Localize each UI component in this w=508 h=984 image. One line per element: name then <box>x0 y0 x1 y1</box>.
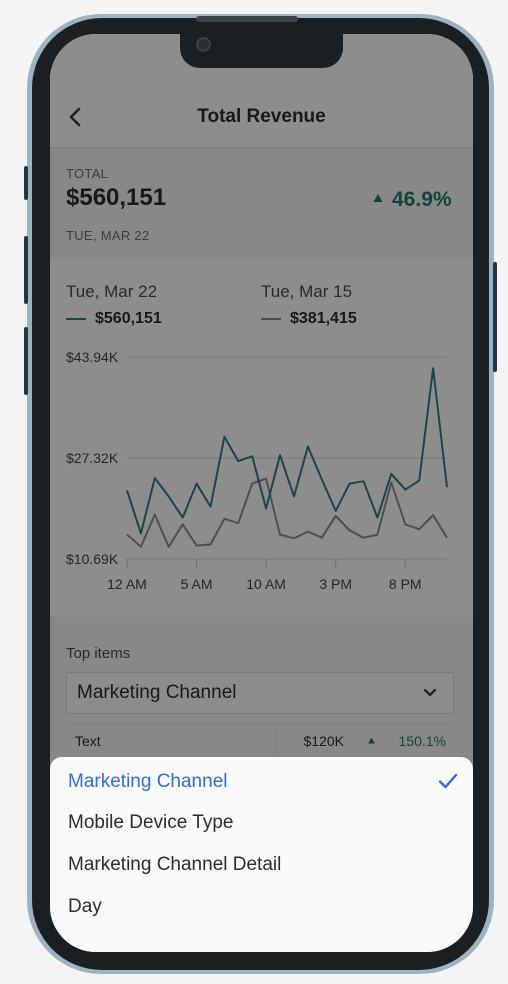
camera-icon <box>196 37 211 52</box>
speaker-grille <box>196 16 298 22</box>
mute-switch <box>24 166 28 200</box>
option-label: Day <box>68 896 102 917</box>
volume-up-button <box>24 236 28 304</box>
checkmark-icon <box>438 773 458 789</box>
option-day[interactable]: Day <box>68 888 458 926</box>
volume-down-button <box>24 327 28 395</box>
option-marketing-channel-detail[interactable]: Marketing Channel Detail <box>68 846 458 884</box>
phone-screen: Total Revenue TOTAL $560,151 TUE, MAR 22… <box>50 34 473 952</box>
notch <box>180 34 343 68</box>
dimension-picker-sheet: Marketing Channel Mobile Device Type Mar… <box>50 757 473 952</box>
option-label: Marketing Channel <box>68 771 228 792</box>
option-mobile-device-type[interactable]: Mobile Device Type <box>68 804 458 842</box>
power-button <box>493 262 497 372</box>
option-label: Marketing Channel Detail <box>68 854 282 875</box>
option-label: Mobile Device Type <box>68 812 234 833</box>
option-marketing-channel[interactable]: Marketing Channel <box>68 763 458 801</box>
